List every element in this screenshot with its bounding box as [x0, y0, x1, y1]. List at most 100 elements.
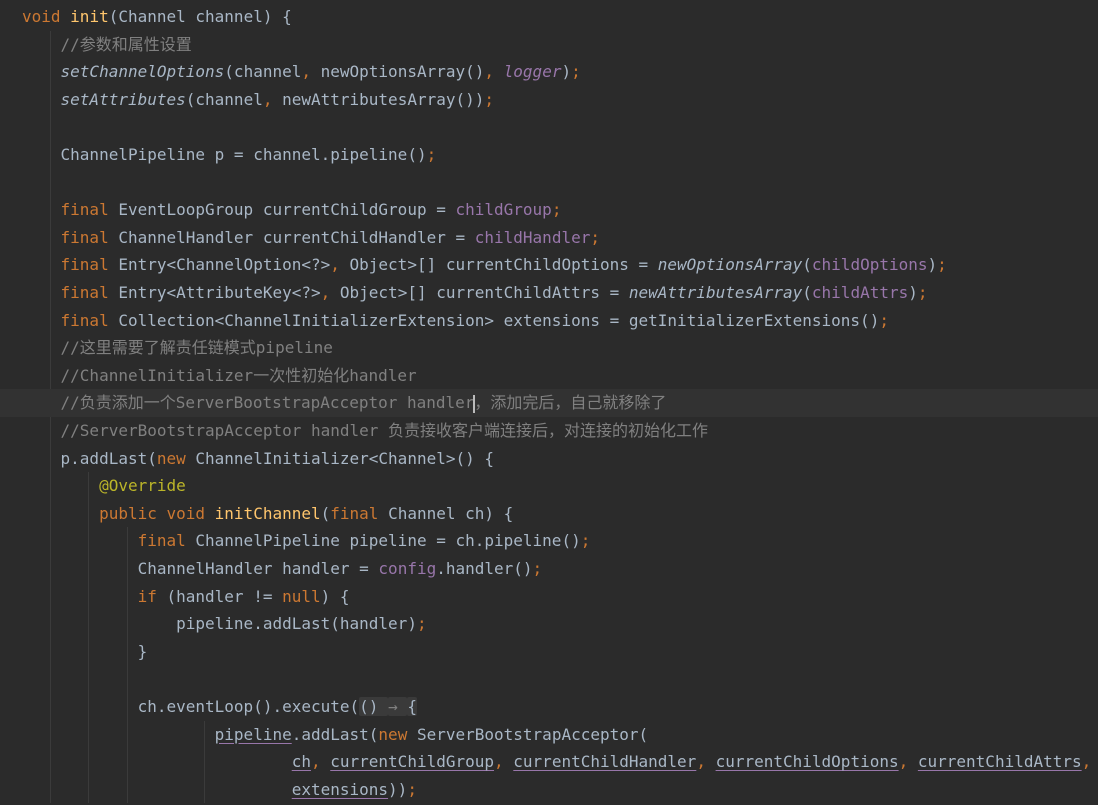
code-token: , — [301, 62, 321, 82]
code-token: ) { — [320, 586, 350, 606]
code-token: Channel ch) { — [388, 503, 514, 523]
code-token: currentChildGroup — [330, 752, 495, 772]
code-line[interactable]: pipeline.addLast(new ServerBootstrapAcce… — [0, 721, 1098, 749]
code-token: ; — [407, 779, 417, 799]
code-line[interactable] — [0, 113, 1098, 141]
code-token: Object>[] currentChildAttrs = — [339, 283, 629, 302]
code-line[interactable]: final Entry<AttributeKey<?>, Object>[] c… — [0, 279, 1098, 307]
code-comment: //这里需要了解责任链模式pipeline — [22, 338, 333, 358]
code-token: config — [378, 559, 437, 578]
code-token: , — [320, 283, 340, 302]
code-token: ChannelInitializer<Channel>() { — [195, 448, 495, 468]
code-token: childGroup — [455, 200, 552, 220]
code-token: .handler() — [436, 559, 533, 578]
code-token: , — [898, 752, 918, 772]
code-line[interactable]: final Collection<ChannelInitializerExten… — [0, 307, 1098, 335]
code-token: initChannel — [214, 503, 321, 523]
code-token: newOptionsArray — [657, 255, 803, 275]
code-token: pipeline.addLast(handler) — [22, 614, 417, 634]
code-token: ( — [802, 283, 812, 302]
code-token: } — [22, 641, 148, 661]
code-token: ) — [927, 255, 938, 275]
code-token: Collection<ChannelInitializerExtension> … — [118, 310, 880, 330]
code-line[interactable]: void init(Channel channel) { — [0, 3, 1098, 31]
code-line[interactable] — [0, 665, 1098, 693]
code-line[interactable]: extensions)); — [0, 776, 1098, 804]
code-line[interactable]: //负责添加一个ServerBootstrapAcceptor handler，… — [0, 389, 1098, 417]
code-token: , — [696, 752, 716, 772]
code-line[interactable]: setAttributes(channel, newAttributesArra… — [0, 86, 1098, 114]
code-token: ch.eventLoop().execute( — [22, 697, 360, 716]
code-token: ( — [802, 255, 812, 275]
code-line[interactable]: //ChannelInitializer一次性初始化handler — [0, 362, 1098, 390]
code-token: ServerBootstrapAcceptor( — [416, 724, 649, 744]
code-token: pipeline — [214, 724, 292, 744]
code-token: final — [60, 310, 119, 330]
code-token: final — [60, 255, 119, 275]
code-token: childOptions — [811, 255, 928, 275]
code-token: null — [282, 586, 321, 606]
code-token: (handler != — [166, 586, 283, 606]
code-token: ) — [908, 283, 918, 302]
code-line[interactable]: p.addLast(new ChannelInitializer<Channel… — [0, 445, 1098, 473]
code-token: Object>[] currentChildOptions = — [349, 255, 658, 275]
code-line[interactable]: //这里需要了解责任链模式pipeline — [0, 334, 1098, 362]
code-token: )) — [388, 779, 408, 799]
code-line[interactable]: //参数和属性设置 — [0, 31, 1098, 59]
code-token: { — [407, 697, 417, 716]
code-token: newAttributesArray — [628, 283, 803, 302]
code-token: ch — [291, 752, 311, 772]
code-line[interactable]: final ChannelHandler currentChildHandler… — [0, 224, 1098, 252]
code-token: public void — [99, 503, 215, 523]
code-line[interactable]: final ChannelPipeline pipeline = ch.pipe… — [0, 527, 1098, 555]
code-comment: //ServerBootstrapAcceptor handler 负责接收客户… — [22, 421, 709, 440]
code-token: childHandler — [474, 227, 591, 247]
code-token: , — [310, 752, 331, 772]
code-token: ; — [937, 255, 947, 275]
code-token: setAttributes — [60, 89, 186, 109]
code-token: final — [60, 227, 119, 247]
code-token: , — [1081, 752, 1092, 772]
code-line[interactable]: public void initChannel(final Channel ch… — [0, 500, 1098, 528]
code-line[interactable]: } — [0, 638, 1098, 666]
code-token: setChannelOptions — [60, 62, 225, 82]
code-token: , — [330, 255, 350, 275]
code-line[interactable]: ChannelHandler handler = config.handler(… — [0, 555, 1098, 583]
code-token: newOptionsArray() — [320, 62, 485, 82]
code-token: ; — [551, 200, 562, 220]
code-token: p.addLast( — [22, 448, 157, 468]
code-token: ; — [416, 614, 427, 634]
code-token: ; — [484, 89, 495, 109]
code-token: () — [359, 697, 389, 716]
code-token: ; — [532, 559, 543, 578]
code-token: ( — [320, 503, 331, 523]
code-token: , — [484, 62, 504, 82]
code-line[interactable]: @Override — [0, 472, 1098, 500]
code-line[interactable]: ch.eventLoop().execute(() → { — [0, 693, 1098, 721]
code-line[interactable]: final EventLoopGroup currentChildGroup =… — [0, 196, 1098, 224]
code-token: .addLast( — [291, 724, 379, 744]
code-token: (channel — [224, 62, 302, 82]
code-editor[interactable]: void init(Channel channel) { //参数和属性设置 s… — [0, 0, 1098, 805]
code-line[interactable]: pipeline.addLast(handler); — [0, 610, 1098, 638]
code-token: ; — [580, 531, 591, 551]
code-token: ; — [917, 283, 928, 302]
code-line[interactable]: if (handler != null) { — [0, 583, 1098, 611]
code-line[interactable]: final Entry<ChannelOption<?>, Object>[] … — [0, 251, 1098, 279]
code-line[interactable]: //ServerBootstrapAcceptor handler 负责接收客户… — [0, 417, 1098, 445]
code-line[interactable]: setChannelOptions(channel, newOptionsArr… — [0, 58, 1098, 86]
code-line[interactable]: ChannelPipeline p = channel.pipeline(); — [0, 141, 1098, 169]
code-token: , — [494, 752, 514, 772]
code-token: Entry<AttributeKey<?> — [118, 283, 321, 302]
code-token: (channel — [185, 89, 263, 109]
code-line[interactable] — [0, 169, 1098, 197]
code-token: final — [60, 283, 119, 302]
code-line[interactable]: ch, currentChildGroup, currentChildHandl… — [0, 748, 1098, 776]
code-token: ; — [879, 310, 889, 330]
